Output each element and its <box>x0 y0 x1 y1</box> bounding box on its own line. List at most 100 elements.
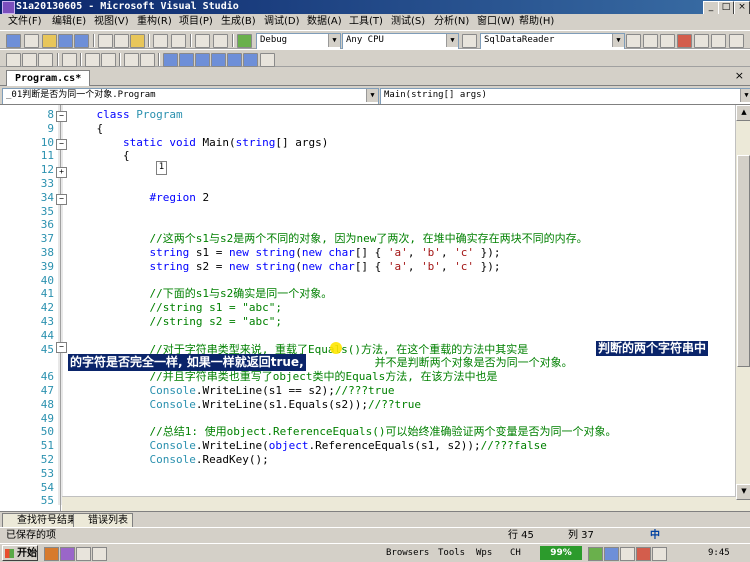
toggle-bookmark-icon[interactable] <box>163 53 178 67</box>
uncomment-icon[interactable] <box>140 53 155 67</box>
code-line[interactable]: #region 2 <box>70 191 209 204</box>
minimize-button[interactable]: _ <box>703 1 719 15</box>
code-line[interactable]: Console.ReadKey(); <box>70 453 268 466</box>
scrollbar-thumb[interactable] <box>737 155 750 367</box>
menu-help[interactable]: 帮助(H) <box>519 15 554 29</box>
code-line[interactable]: //总结1: 使用object.ReferenceEquals()可以始终准确验… <box>70 425 616 438</box>
code-line[interactable]: static void Main(string[] args) <box>70 136 328 149</box>
complete-word-icon[interactable] <box>62 53 77 67</box>
configuration-select[interactable]: Debug ▼ <box>256 33 341 50</box>
previous-bookmark-folder-icon[interactable] <box>211 53 226 67</box>
new-project-icon[interactable] <box>6 34 21 48</box>
code-line[interactable]: string s1 = new string(new char[] { 'a',… <box>70 246 500 259</box>
horizontal-scrollbar[interactable] <box>62 496 736 511</box>
code-line[interactable]: Console.WriteLine(s1 == s2);//???true <box>70 384 394 397</box>
firefox-icon[interactable] <box>44 547 59 561</box>
save-icon[interactable] <box>58 34 73 48</box>
parameter-info-icon[interactable] <box>22 53 37 67</box>
menu-file[interactable]: 文件(F) <box>8 15 42 29</box>
network-icon[interactable] <box>604 547 619 561</box>
menu-debug[interactable]: 调试(D) <box>264 15 300 29</box>
start-debugging-icon[interactable] <box>237 34 252 48</box>
scroll-up-icon[interactable]: ▲ <box>736 105 750 121</box>
find-icon[interactable] <box>626 34 641 48</box>
wps-toolbar[interactable]: Wps <box>476 546 492 560</box>
toolbar-options-icon[interactable] <box>260 53 275 67</box>
menu-edit[interactable]: 编辑(E) <box>52 15 86 29</box>
visual-studio-taskbar-icon[interactable] <box>60 547 75 561</box>
previous-bookmark-icon[interactable] <box>179 53 194 67</box>
solution-explorer-icon[interactable] <box>643 34 658 48</box>
decrease-indent-icon[interactable] <box>85 53 100 67</box>
menu-tools[interactable]: 工具(T) <box>349 15 383 29</box>
type-dropdown[interactable]: _01判断是否为同一个对象.Program ▼ <box>2 88 379 105</box>
code-line[interactable] <box>70 163 149 176</box>
open-file-icon[interactable] <box>42 34 57 48</box>
language-indicator[interactable]: CH <box>510 546 521 560</box>
redo-icon[interactable] <box>171 34 186 48</box>
copy-icon[interactable] <box>114 34 129 48</box>
next-bookmark-icon[interactable] <box>195 53 210 67</box>
next-bookmark-folder-icon[interactable] <box>227 53 242 67</box>
collapse-region-icon[interactable]: − <box>56 194 67 205</box>
save-all-icon[interactable] <box>74 34 89 48</box>
undo-icon[interactable] <box>153 34 168 48</box>
find-combo[interactable]: SqlDataReader ▼ <box>480 33 625 50</box>
properties-icon[interactable] <box>660 34 675 48</box>
close-document-icon[interactable]: × <box>735 69 744 82</box>
paste-icon[interactable] <box>130 34 145 48</box>
security-icon[interactable] <box>636 547 651 561</box>
code-line[interactable]: //并且字符串类也重写了object类中的Equals方法, 在该方法中也是 <box>70 370 497 383</box>
expand-region-icon[interactable]: + <box>56 167 67 178</box>
collapsed-region-box[interactable]: 1 <box>156 161 167 175</box>
menu-analyze[interactable]: 分析(N) <box>434 15 469 29</box>
add-item-icon[interactable] <box>24 34 39 48</box>
menu-window[interactable]: 窗口(W) <box>477 15 515 29</box>
clear-bookmarks-icon[interactable] <box>243 53 258 67</box>
quick-info-icon[interactable] <box>38 53 53 67</box>
tray-icon[interactable] <box>588 547 603 561</box>
code-line[interactable]: { <box>70 149 130 162</box>
member-dropdown[interactable]: Main(string[] args) ▼ <box>380 88 750 105</box>
menu-test[interactable]: 测试(S) <box>391 15 425 29</box>
volume-icon[interactable] <box>620 547 635 561</box>
collapse-comment-icon[interactable]: − <box>56 342 67 353</box>
code-line[interactable]: //下面的s1与s2确实是同一个对象。 <box>70 287 332 300</box>
maximize-button[interactable]: □ <box>718 1 734 15</box>
tab-program-cs[interactable]: Program.cs* <box>6 70 91 87</box>
start-button[interactable]: 开始 <box>2 545 38 561</box>
code-line[interactable]: class Program <box>70 108 183 121</box>
code-line[interactable]: string s2 = new string(new char[] { 'a',… <box>70 260 500 273</box>
quick-launch-icon[interactable] <box>92 547 107 561</box>
collapse-method-icon[interactable]: − <box>56 139 67 150</box>
ime-indicator[interactable]: 中 <box>650 528 660 543</box>
code-line[interactable]: { <box>70 122 103 135</box>
code-line[interactable]: Console.WriteLine(s1.Equals(s2));//??tru… <box>70 398 421 411</box>
code-line[interactable]: //这两个s1与s2是两个不同的对象, 因为new了两次, 在堆中确实存在两块不… <box>70 232 587 245</box>
start-page-icon[interactable] <box>711 34 726 48</box>
scroll-down-icon[interactable]: ▼ <box>736 484 750 500</box>
navigate-backward-icon[interactable] <box>195 34 210 48</box>
toolbox-icon[interactable] <box>677 34 692 48</box>
toolbar-options-icon[interactable] <box>729 34 744 48</box>
member-list-icon[interactable] <box>6 53 21 67</box>
input-method-icon[interactable] <box>652 547 667 561</box>
vertical-scrollbar[interactable]: ▲ ▼ <box>735 105 750 512</box>
cut-icon[interactable] <box>98 34 113 48</box>
collapse-class-icon[interactable]: − <box>56 111 67 122</box>
code-line[interactable]: Console.WriteLine(object.ReferenceEquals… <box>70 439 546 452</box>
object-browser-icon[interactable] <box>694 34 709 48</box>
code-line[interactable]: //string s1 = "abc"; <box>70 301 281 314</box>
close-button[interactable]: × <box>734 1 750 15</box>
code-editor[interactable]: 8 9 10 11 12 33 34 35 36 37 38 39 40 41 42 43 44 45 46 47 48… <box>0 104 750 512</box>
increase-indent-icon[interactable] <box>101 53 116 67</box>
menu-build[interactable]: 生成(B) <box>221 15 256 29</box>
menu-view[interactable]: 视图(V) <box>94 15 129 29</box>
menu-project[interactable]: 项目(P) <box>179 15 213 29</box>
explorer-icon[interactable] <box>76 547 91 561</box>
menu-data[interactable]: 数据(A) <box>307 15 342 29</box>
tools-toolbar[interactable]: Tools <box>438 546 465 560</box>
find-in-files-icon[interactable] <box>462 34 477 48</box>
comment-out-icon[interactable] <box>124 53 139 67</box>
browsers-toolbar[interactable]: Browsers <box>386 546 429 560</box>
